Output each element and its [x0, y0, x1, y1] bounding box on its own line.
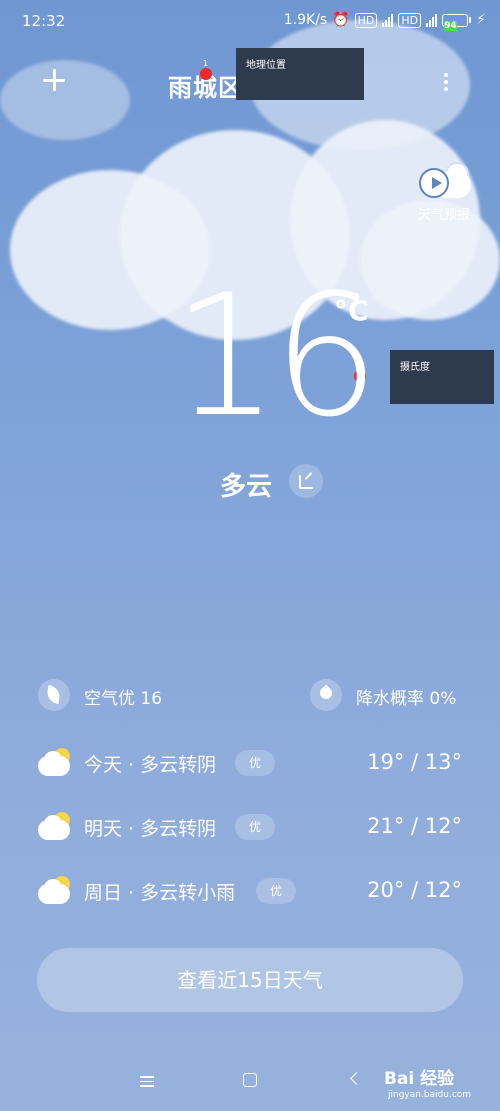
more-menu-button[interactable] [438, 70, 454, 98]
weather-forecast-button[interactable]: 天气预报 [414, 160, 474, 223]
leaf-icon [38, 679, 70, 711]
home-button[interactable] [243, 1073, 257, 1087]
forecast-play-icon [415, 160, 473, 202]
forecast-day-text: 今天 · 多云转阴 [84, 754, 217, 776]
watermark-url: jingyan.baidu.com [388, 1090, 472, 1100]
forecast-row-today[interactable]: 今天 · 多云转阴 优 19° / 13° [0, 744, 500, 788]
forecast-day-text: 周日 · 多云转小雨 [84, 882, 236, 904]
raindrop-icon [310, 679, 342, 711]
air-quality-badge: 优 [235, 750, 276, 776]
forecast-row-sunday[interactable]: 周日 · 多云转小雨 优 20° / 12° [0, 872, 500, 916]
status-bar: 12:32 1.9K/s ⏰ HD HD 94 ⚡ [0, 0, 500, 44]
forecast-day-text: 明天 · 多云转阴 [84, 818, 217, 840]
recent-apps-button[interactable] [140, 1073, 154, 1090]
air-quality-badge: 优 [235, 814, 276, 840]
annotation-number: 1 [203, 59, 209, 68]
view-15-day-button[interactable]: 查看近15日天气 [37, 948, 463, 1012]
status-time: 12:32 [22, 12, 66, 30]
hd-icon: HD [354, 12, 378, 28]
air-rain-row: 空气优 16 降水概率 0% [0, 676, 500, 716]
annotation-marker [200, 68, 212, 80]
temperature-unit: °C [334, 294, 369, 327]
network-speed: 1.9K/s [283, 12, 328, 28]
rain-probability-label[interactable]: 降水概率 0% [356, 684, 456, 709]
partly-cloudy-icon [38, 748, 74, 778]
status-icons: 1.9K/s ⏰ HD HD 94 ⚡ [283, 12, 486, 31]
current-condition: 多云 [220, 472, 273, 502]
annotation-tooltip-celsius: 摄氏度 [390, 350, 494, 404]
charging-icon: ⚡ [476, 12, 486, 28]
partly-cloudy-icon [38, 812, 74, 842]
partly-cloudy-icon [38, 876, 74, 906]
alarm-icon: ⏰ [332, 12, 350, 28]
back-button[interactable] [350, 1072, 363, 1085]
signal-icon [382, 13, 394, 27]
forecast-temp-range: 19° / 13° [367, 750, 462, 774]
edit-icon[interactable] [289, 464, 323, 498]
forecast-label: 天气预报 [417, 208, 470, 223]
forecast-temp-range: 21° / 12° [367, 814, 462, 838]
battery-icon: 94 [442, 13, 472, 31]
watermark-logo: Bai 经验 [384, 1069, 455, 1089]
annotation-tooltip-location: 地理位置 [236, 48, 364, 100]
air-quality-label[interactable]: 空气优 16 [84, 684, 162, 709]
hd-icon: HD [398, 12, 422, 28]
forecast-row-tomorrow[interactable]: 明天 · 多云转阴 优 21° / 12° [0, 808, 500, 852]
air-quality-badge: 优 [256, 878, 297, 904]
signal-icon [426, 13, 438, 27]
add-city-button[interactable] [36, 62, 72, 98]
forecast-temp-range: 20° / 12° [367, 878, 462, 902]
